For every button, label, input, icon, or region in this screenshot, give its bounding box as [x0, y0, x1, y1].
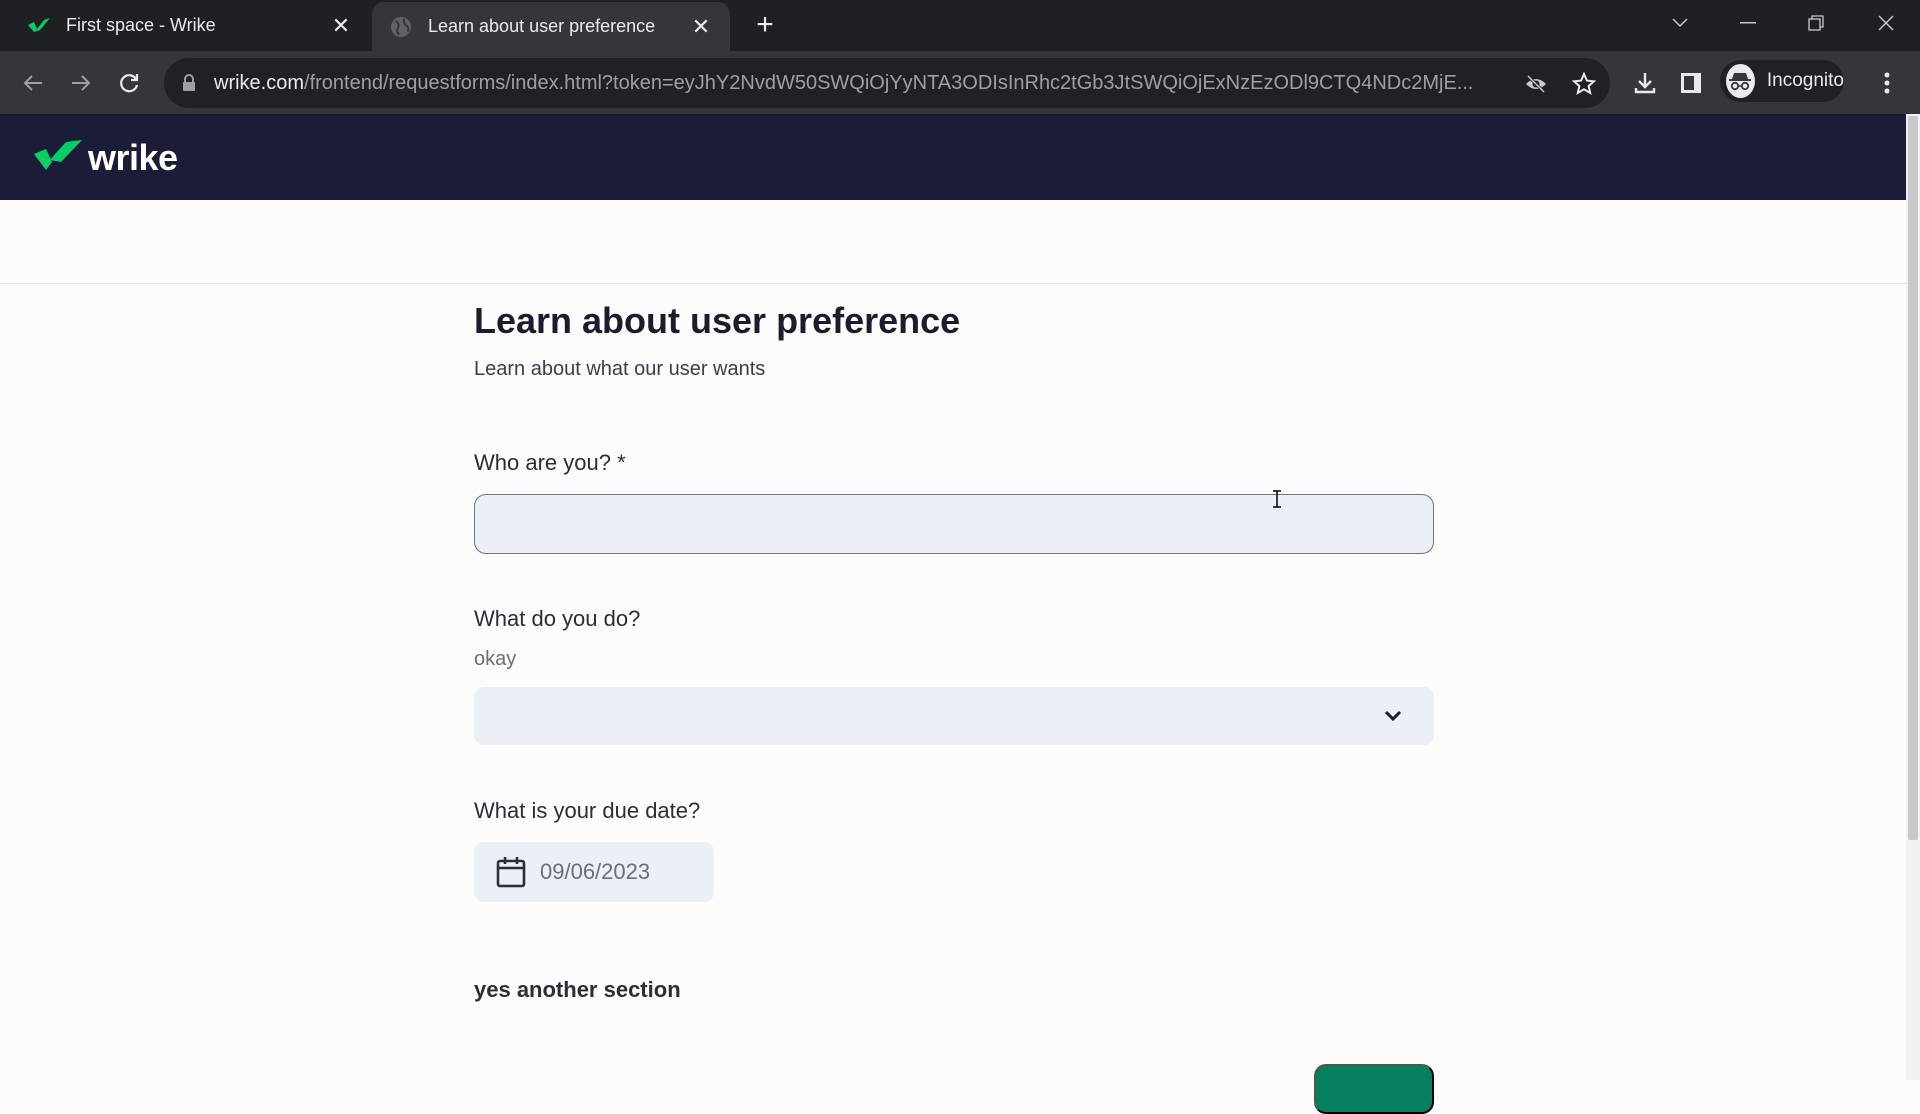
- scrollbar-thumb[interactable]: [1908, 116, 1918, 840]
- what-do-you-do-label: What do you do?: [474, 606, 641, 631]
- submit-button[interactable]: [1314, 1064, 1434, 1114]
- wrike-logo[interactable]: wrike: [34, 137, 178, 178]
- url-path: /frontend/requestforms/index.html?token=…: [304, 71, 1474, 94]
- form-description: Learn about what our user wants: [474, 358, 766, 380]
- minimize-icon[interactable]: [1728, 6, 1768, 40]
- who-are-you-input[interactable]: [474, 494, 1434, 554]
- tab-title: Learn about user preference: [428, 16, 656, 36]
- url-text[interactable]: wrike.com/frontend/requestforms/index.ht…: [214, 72, 1504, 95]
- address-bar[interactable]: wrike.com/frontend/requestforms/index.ht…: [164, 58, 1610, 108]
- tab-first-space[interactable]: First space - Wrike ✕: [0, 0, 370, 51]
- what-do-you-do-hint: okay: [474, 648, 517, 670]
- new-tab-button[interactable]: +: [748, 8, 782, 42]
- text-cursor-icon: [1272, 490, 1282, 508]
- wrike-wordmark: wrike: [88, 137, 178, 178]
- side-panel-icon[interactable]: [1672, 64, 1710, 102]
- divider: [0, 283, 1906, 284]
- tracking-protection-eye-off-icon[interactable]: [1522, 70, 1550, 98]
- forward-icon[interactable]: [62, 64, 100, 102]
- due-date-value: 09/06/2023: [540, 859, 651, 884]
- lock-icon[interactable]: [182, 73, 198, 93]
- restore-icon[interactable]: [1796, 6, 1836, 40]
- bookmark-star-icon[interactable]: [1570, 70, 1598, 98]
- what-do-you-do-select[interactable]: [474, 687, 1434, 745]
- browser-toolbar: wrike.com/frontend/requestforms/index.ht…: [0, 51, 1920, 114]
- incognito-icon: [1726, 64, 1755, 98]
- profile-label: Incognito: [1766, 70, 1844, 91]
- incognito-profile-button[interactable]: Incognito: [1720, 60, 1844, 102]
- who-are-you-label: Who are you? *: [474, 450, 626, 475]
- wrike-check-logo-icon: [34, 139, 82, 177]
- chevron-down-icon: [1384, 710, 1402, 722]
- wrike-header: wrike: [0, 114, 1906, 200]
- back-icon[interactable]: [14, 64, 52, 102]
- due-date-label: What is your due date?: [474, 798, 701, 823]
- reload-icon[interactable]: [110, 64, 148, 102]
- tab-search-chevron-icon[interactable]: [1660, 6, 1700, 40]
- close-tab-icon[interactable]: ✕: [326, 11, 356, 41]
- page-content: wrike Learn about user preference Learn …: [0, 114, 1906, 1114]
- globe-icon: [390, 16, 412, 38]
- calendar-icon: [496, 857, 526, 888]
- tab-title: First space - Wrike: [66, 15, 216, 35]
- section-title: yes another section: [474, 977, 681, 1002]
- url-host: wrike.com: [214, 71, 305, 94]
- form-title: Learn about user preference: [474, 300, 961, 341]
- close-window-icon[interactable]: [1866, 6, 1906, 40]
- tab-learn-about-user-preference[interactable]: Learn about user preference ✕: [372, 2, 730, 51]
- wrike-check-icon: [28, 15, 50, 37]
- page-scrollbar[interactable]: [1906, 114, 1920, 1080]
- kebab-menu-icon[interactable]: [1868, 64, 1906, 102]
- browser-tab-bar: First space - Wrike ✕ Learn about user p…: [0, 0, 1920, 51]
- download-icon[interactable]: [1626, 64, 1664, 102]
- close-tab-icon[interactable]: ✕: [686, 12, 716, 42]
- due-date-picker[interactable]: 09/06/2023: [474, 842, 714, 902]
